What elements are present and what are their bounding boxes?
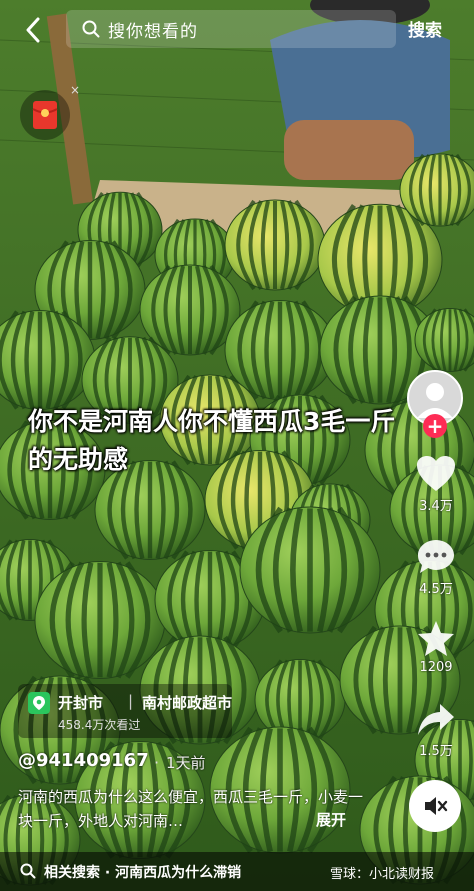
search-input[interactable]: 搜你想看的 [66,10,396,48]
author-name[interactable]: @941409167 [18,750,149,771]
related-search-text[interactable]: 相关搜索 · 河南西瓜为什么滞销 [44,862,241,882]
red-packet-icon [32,101,58,129]
comment-count: 4.5万 [419,582,453,597]
comment-button[interactable]: 4.5万 [403,538,469,597]
red-packet-button[interactable] [20,90,70,140]
search-icon [20,863,36,879]
video-caption: 你不是河南人你不懂西瓜3毛一斤的无助感 [28,407,396,474]
share-button[interactable]: 1.5万 [403,702,469,759]
post-time: 1天前 [166,754,206,772]
comment-icon [418,540,454,573]
share-count: 1.5万 [419,744,453,759]
like-count: 3.4万 [419,499,453,514]
location-chip[interactable]: 开封市 | 南村邮政超市 458.4万次看过 [18,684,232,738]
heart-icon [417,456,455,491]
time-dot: · [154,753,160,772]
video-description: 河南的西瓜为什么这么便宜，西瓜三毛一斤，小麦一块一斤，外地人对河南… [18,788,364,830]
location-city: 开封市 [58,694,104,712]
related-search-bar[interactable]: 相关搜索 · 河南西瓜为什么滞销 雪球：小北读财报 [0,852,474,891]
follow-button[interactable]: + [423,414,447,438]
mute-icon [425,797,448,815]
favorite-count: 1209 [419,660,453,675]
expand-button[interactable]: 展开 [316,809,346,830]
location-separator: | [128,692,134,710]
search-icon [82,20,100,38]
share-icon [418,704,454,735]
location-poi: 南村邮政超市 [142,694,233,712]
back-icon [26,17,40,43]
red-packet-close-icon[interactable]: × [70,83,80,97]
star-icon [418,621,454,656]
back-button[interactable] [18,12,48,48]
like-button[interactable]: 3.4万 [403,455,469,514]
location-pin-icon [28,692,50,714]
location-views: 458.4万次看过 [58,718,141,732]
favorite-button[interactable]: 1209 [403,620,469,675]
watermark-text: 雪球：小北读财报 [330,867,435,882]
mute-button[interactable] [409,780,461,832]
right-action-rail: + 3.4万 4.5万 1209 1.5万 [403,0,469,891]
search-placeholder: 搜你想看的 [108,21,198,42]
